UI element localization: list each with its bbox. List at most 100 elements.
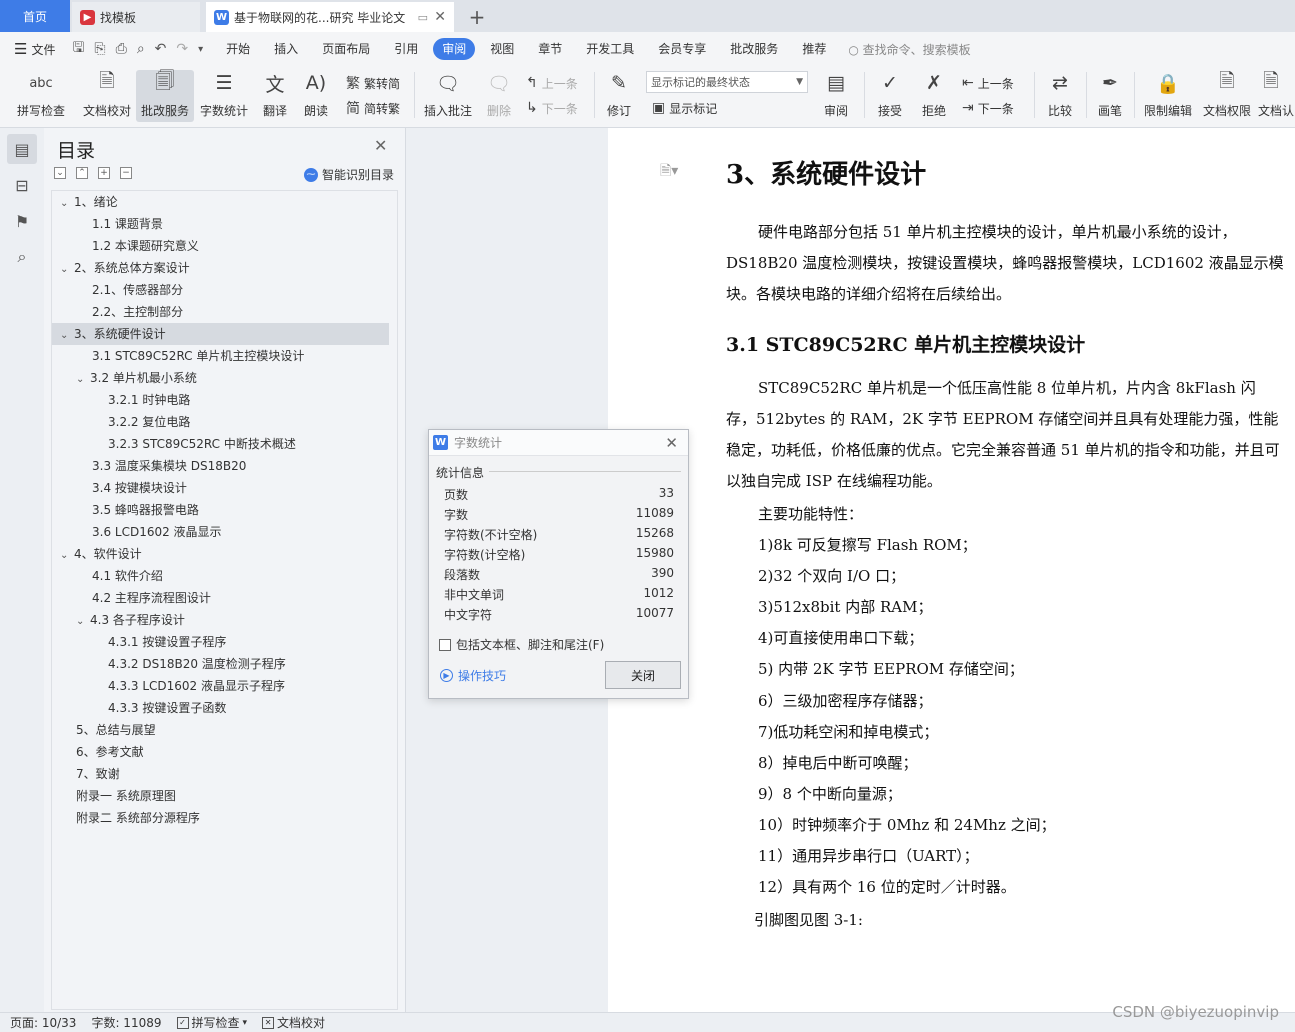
toc-item[interactable]: 4.3.3 按键设置子函数 xyxy=(52,697,397,719)
menu-item[interactable]: 开始 xyxy=(214,38,262,60)
toc-item[interactable]: 4.3.1 按键设置子程序 xyxy=(52,631,397,653)
proofread-button[interactable]: 🗎 文档校对 xyxy=(78,70,136,122)
toc-item[interactable]: 3.2.3 STC89C52RC 中断技术概述 xyxy=(52,433,397,455)
review-pane-button[interactable]: ▤ 审阅 xyxy=(816,70,856,122)
status-proofread[interactable]: ✕ 文档校对 xyxy=(252,1014,330,1031)
menu-item[interactable]: 插入 xyxy=(262,38,310,60)
chevron-down-icon[interactable]: ⌄ xyxy=(60,259,74,281)
toc-item[interactable]: ⌄ 3.2 单片机最小系统 xyxy=(52,367,397,389)
insert-comment-button[interactable]: 🗨 插入批注 xyxy=(420,70,476,122)
collapse-all-icon[interactable]: ⌄ xyxy=(54,167,66,179)
read-aloud-button[interactable]: A) 朗读 xyxy=(298,70,334,122)
toc-item[interactable]: 3.2.1 时钟电路 xyxy=(52,389,397,411)
toc-item[interactable]: ⌄ 4、软件设计 xyxy=(52,543,397,565)
show-markup-button[interactable]: ▣ 显示标记 xyxy=(652,97,717,119)
accept-button[interactable]: ✓ 接受 xyxy=(870,70,910,122)
menu-item[interactable]: 会员专享 xyxy=(646,38,718,60)
toc-item[interactable]: 3.4 按键模块设计 xyxy=(52,477,397,499)
chevron-down-icon[interactable]: ⌄ xyxy=(76,611,90,633)
close-icon[interactable]: ✕ xyxy=(374,136,387,155)
toc-item[interactable]: 5、总结与展望 xyxy=(52,719,397,741)
smart-toc-button[interactable]: ⁓ 智能识别目录 xyxy=(303,166,394,183)
toc-item[interactable]: 3.1 STC89C52RC 单片机主控模块设计 xyxy=(52,345,397,367)
toc-item[interactable]: 2.1、传感器部分 xyxy=(52,279,397,301)
paragraph-menu-icon[interactable]: 🗎▾ xyxy=(660,160,678,184)
chevron-down-icon[interactable]: ⌄ xyxy=(60,193,74,215)
simp-to-trad-button[interactable]: 简简转繁 xyxy=(346,97,400,119)
redo-icon[interactable]: ↷ xyxy=(171,41,193,57)
translate-button[interactable]: 文翻译 xyxy=(256,70,294,122)
menu-item[interactable]: 视图 xyxy=(478,38,526,60)
include-textbox-checkbox[interactable]: 包括文本框、脚注和尾注(F) xyxy=(439,636,604,653)
menu-item[interactable]: 推荐 xyxy=(790,38,838,60)
file-menu[interactable]: ☰ 文件 xyxy=(0,40,67,58)
toc-item[interactable]: 7、致谢 xyxy=(52,763,397,785)
compare-button[interactable]: ⇄ 比较 xyxy=(1040,70,1080,122)
word-count-button[interactable]: ☰ 字数统计 xyxy=(196,70,252,122)
toc-item[interactable]: 1.1 课题背景 xyxy=(52,213,397,235)
command-search[interactable]: ○ 查找命令、搜索模板 xyxy=(848,41,970,58)
next-comment-button[interactable]: ↳ 下一条 xyxy=(526,97,578,119)
checkbox-box[interactable] xyxy=(439,638,451,651)
toc-item[interactable]: 3.2.2 复位电路 xyxy=(52,411,397,433)
menu-item[interactable]: 开发工具 xyxy=(574,38,646,60)
customize-dropdown-icon[interactable]: ▾ xyxy=(193,44,208,55)
toc-item[interactable]: 1.2 本课题研究意义 xyxy=(52,235,397,257)
display-state-dropdown[interactable]: 显示标记的最终状态 ▼ xyxy=(646,71,808,93)
track-changes-button[interactable]: ✎ 修订 xyxy=(600,70,638,122)
toc-item[interactable]: 4.2 主程序流程图设计 xyxy=(52,587,397,609)
chevron-down-icon[interactable]: ⌄ xyxy=(60,325,74,347)
monitor-icon[interactable]: ▭ xyxy=(418,11,428,24)
bookmark-icon[interactable]: ⚑ xyxy=(7,206,37,236)
doc-permission-button[interactable]: 🗎 文档权限 xyxy=(1200,70,1254,122)
restrict-edit-button[interactable]: 🔒 限制编辑 xyxy=(1140,70,1196,122)
close-icon[interactable]: ✕ xyxy=(665,434,678,452)
toc-panel-icon[interactable]: ▤ xyxy=(7,134,37,164)
save-icon[interactable]: 🖫 xyxy=(67,37,89,61)
toc-item[interactable]: ⌄ 2、系统总体方案设计 xyxy=(52,257,397,279)
menu-item[interactable]: 章节 xyxy=(526,38,574,60)
print-icon[interactable]: ⎙ xyxy=(111,41,132,57)
delete-comment-button[interactable]: 🗨 删除 xyxy=(480,70,518,122)
pen-button[interactable]: ✒ 画笔 xyxy=(1092,70,1128,122)
doc-cert-button[interactable]: 🗎 文档认 xyxy=(1258,70,1295,122)
toc-item[interactable]: 附录一 系统原理图 xyxy=(52,785,397,807)
toc-item[interactable]: 附录二 系统部分源程序 xyxy=(52,807,397,829)
expand-all-icon[interactable]: ⌃ xyxy=(76,167,88,179)
toc-item[interactable]: 3.3 温度采集模块 DS18B20 xyxy=(52,455,397,477)
toc-item[interactable]: 4.1 软件介绍 xyxy=(52,565,397,587)
menu-item[interactable]: 页面布局 xyxy=(310,38,382,60)
correction-service-button[interactable]: 🗐 批改服务 xyxy=(136,70,194,122)
next-change-button[interactable]: ⇥ 下一条 xyxy=(962,97,1014,119)
trad-to-simp-button[interactable]: 繁繁转简 xyxy=(346,72,400,94)
tab-home[interactable]: 首页 xyxy=(0,0,70,32)
chevron-down-icon[interactable]: ⌄ xyxy=(76,369,90,391)
toc-item[interactable]: 4.3.3 LCD1602 液晶显示子程序 xyxy=(52,675,397,697)
toc-item[interactable]: 3.6 LCD1602 液晶显示 xyxy=(52,521,397,543)
toc-item[interactable]: ⌄ 1、绪论 xyxy=(52,191,397,213)
toc-item[interactable]: ⌄ 3、系统硬件设计 xyxy=(52,323,389,345)
prev-comment-button[interactable]: ↰ 上一条 xyxy=(526,72,578,94)
reject-button[interactable]: ✗ 拒绝 xyxy=(914,70,954,122)
add-entry-icon[interactable]: + xyxy=(98,167,110,179)
menu-item[interactable]: 引用 xyxy=(382,38,430,60)
toc-item[interactable]: 3.5 蜂鸣器报警电路 xyxy=(52,499,397,521)
page-indicator[interactable]: 页面: 10/33 xyxy=(0,1014,81,1031)
close-tab-icon[interactable]: ✕ xyxy=(434,9,446,25)
toc-item[interactable]: ⌄ 4.3 各子程序设计 xyxy=(52,609,397,631)
chevron-down-icon[interactable]: ⌄ xyxy=(60,545,74,567)
toc-item[interactable]: 6、参考文献 xyxy=(52,741,397,763)
tab-template[interactable]: ▶ 找模板 xyxy=(72,2,200,32)
status-spell-check[interactable]: ✓ 拼写检查 ▾ xyxy=(167,1014,253,1031)
toc-item[interactable]: 2.2、主控制部分 xyxy=(52,301,397,323)
menu-item[interactable]: 审阅 xyxy=(433,38,476,60)
new-tab-button[interactable]: + xyxy=(462,2,492,32)
undo-icon[interactable]: ↶ xyxy=(150,41,172,57)
tab-document[interactable]: W 基于物联网的花...研究 毕业论文 ▭ ✕ xyxy=(206,2,454,32)
search-icon[interactable]: ⌕ xyxy=(7,242,37,272)
spell-check-button[interactable]: abc 拼写检查 xyxy=(8,70,74,122)
close-button[interactable]: 关闭 xyxy=(605,661,681,689)
toc-item[interactable]: 4.3.2 DS18B20 温度检测子程序 xyxy=(52,653,397,675)
export-pdf-icon[interactable]: ⎘ xyxy=(89,41,110,57)
remove-entry-icon[interactable]: − xyxy=(120,167,132,179)
